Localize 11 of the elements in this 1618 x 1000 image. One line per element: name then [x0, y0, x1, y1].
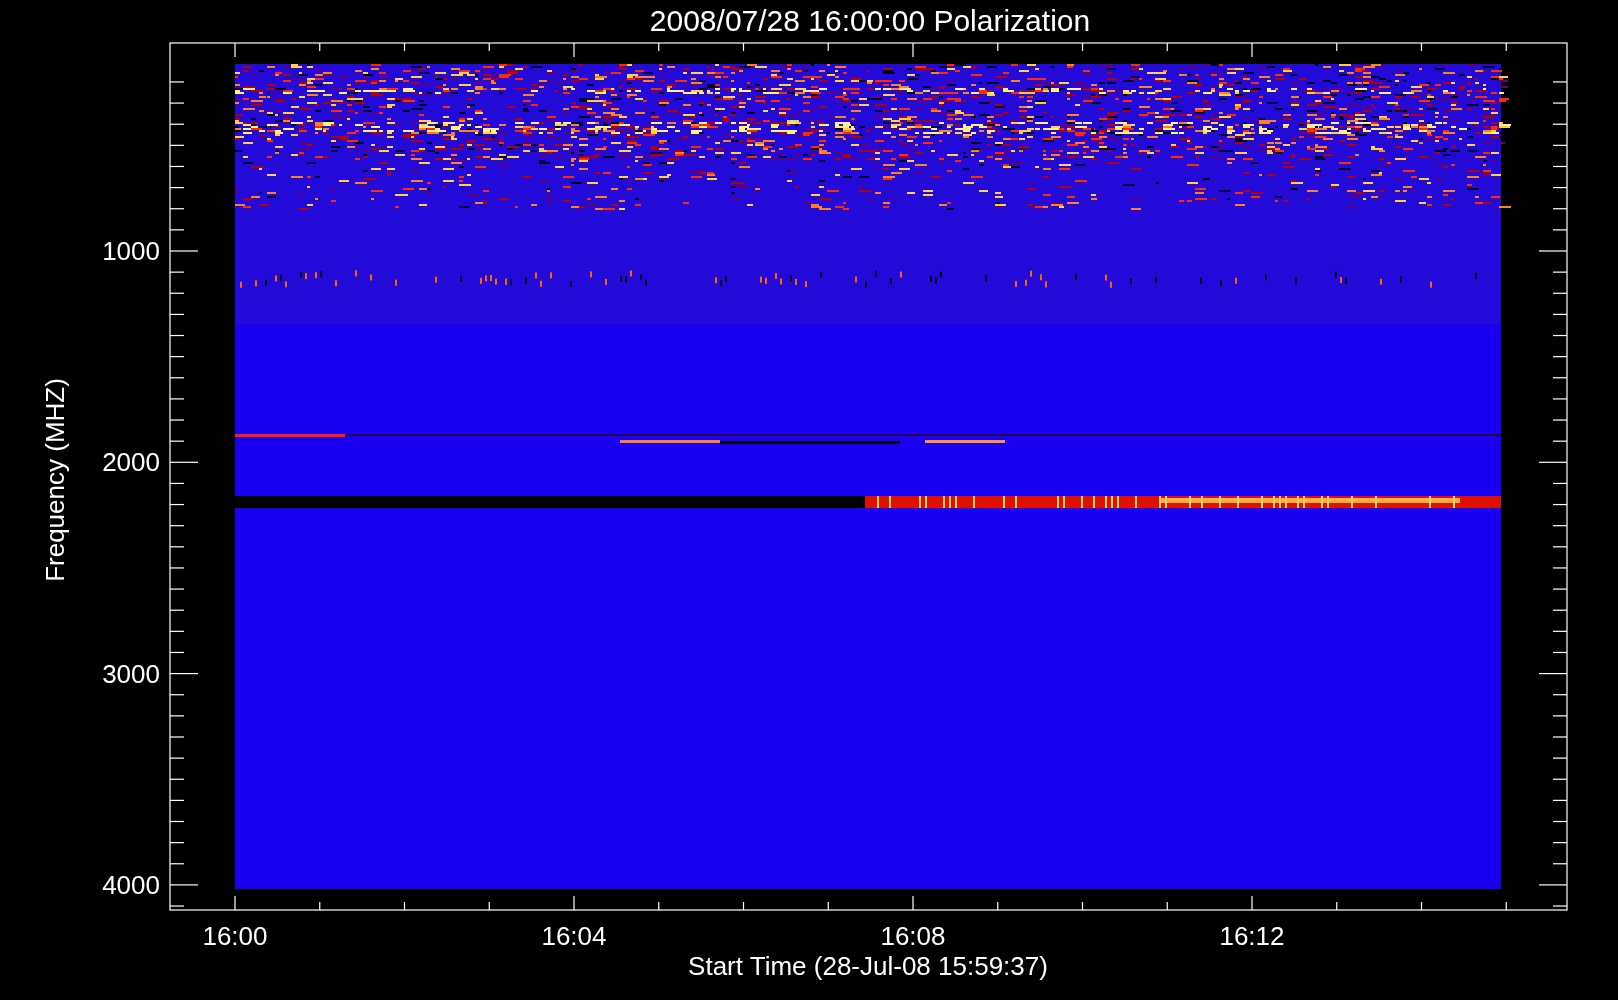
y-tick-label: 4000 [102, 869, 160, 900]
y-tick-label: 3000 [102, 658, 160, 689]
chart-title: 2008/07/28 16:00:00 Polarization [649, 4, 1091, 37]
y-tick-label: 1000 [102, 236, 160, 266]
y-axis-label: Frequency (MHZ) [40, 378, 70, 582]
x-tick-label: 16:00 [202, 921, 268, 951]
x-axis-label: Start Time (28-Jul-08 15:59:37) [688, 951, 1048, 981]
x-tick-label: 16:08 [880, 921, 946, 951]
y-tick-label: 2000 [102, 447, 160, 478]
x-tick-label: 16:04 [541, 921, 607, 951]
x-tick-label: 16:12 [1219, 921, 1285, 951]
